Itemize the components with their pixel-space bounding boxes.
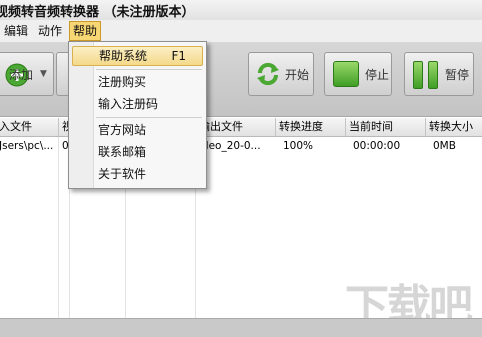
menu-separator <box>96 69 202 70</box>
menu-item-shortcut: F1 <box>171 49 186 63</box>
cell-input-file: Jsers\pc\... <box>0 140 54 152</box>
title-bar: 视频转音频转换器 （未注册版本） <box>0 0 482 20</box>
col-progress[interactable]: 转换进度 <box>276 118 346 136</box>
col-size[interactable]: 转换大小 <box>426 118 482 136</box>
cell-size: 0MB <box>433 140 456 152</box>
help-menu-dropdown: 帮助系统 F1 注册购买 输入注册码 官方网站 联系邮箱 关于软件 <box>68 41 207 189</box>
menu-separator <box>96 117 202 118</box>
col-output-file[interactable]: 输出文件 <box>196 118 276 136</box>
menu-item-website[interactable]: 官方网站 <box>72 120 203 140</box>
menu-edit[interactable]: 编辑 <box>1 20 31 42</box>
menu-item-about[interactable]: 关于软件 <box>72 164 203 184</box>
refresh-icon <box>255 61 281 87</box>
cell-progress: 100% <box>283 140 314 152</box>
menu-item-register-buy[interactable]: 注册购买 <box>72 72 203 92</box>
chevron-down-icon: ▼ <box>40 69 47 79</box>
menu-item-label: 帮助系统 <box>99 49 148 63</box>
divider <box>58 137 59 318</box>
col-current-time[interactable]: 当前时间 <box>346 118 426 136</box>
start-label: 开始 <box>285 68 310 82</box>
window-title: 视频转音频转换器 （未注册版本） <box>0 5 195 20</box>
start-button[interactable]: 开始 <box>248 52 314 96</box>
add-label: 添加 <box>9 68 34 82</box>
stop-icon <box>333 61 359 87</box>
pause-label: 暂停 <box>445 68 470 82</box>
pause-icon <box>413 61 439 89</box>
cell-current-time: 00:00:00 <box>353 140 401 152</box>
menu-item-help-system[interactable]: 帮助系统 F1 <box>72 46 203 66</box>
menu-help[interactable]: 帮助 <box>69 21 102 41</box>
pause-button[interactable]: 暂停 <box>404 52 474 96</box>
add-dropdown[interactable]: ▼ <box>36 52 52 96</box>
status-bar <box>0 318 482 337</box>
menu-bar: 编辑 动作 帮助 <box>0 20 482 43</box>
stop-button[interactable]: 停止 <box>324 52 392 96</box>
menu-item-contact-email[interactable]: 联系邮箱 <box>72 142 203 162</box>
menu-action[interactable]: 动作 <box>35 20 65 42</box>
menu-item-enter-code[interactable]: 输入注册码 <box>72 94 203 114</box>
stop-label: 停止 <box>365 68 390 82</box>
cell-output-file: ideo_20-0... <box>199 140 261 152</box>
col-input-file[interactable]: 入文件 <box>0 118 59 136</box>
